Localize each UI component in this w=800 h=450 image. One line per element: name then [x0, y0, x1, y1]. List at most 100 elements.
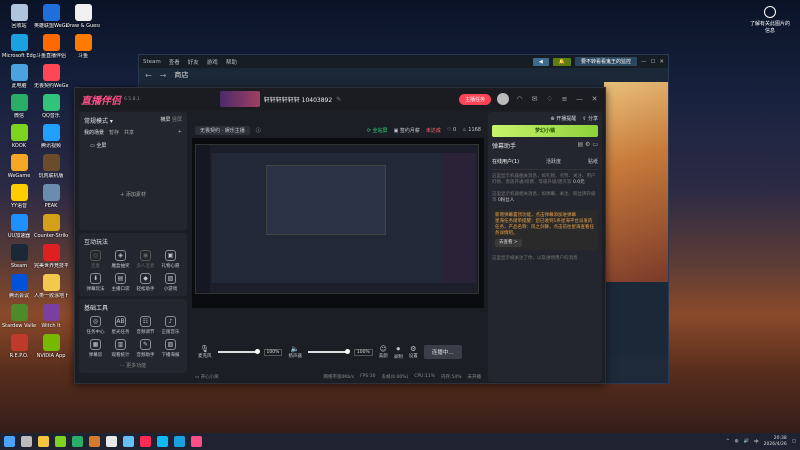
mic-slider[interactable] — [217, 349, 260, 354]
desktop-icon[interactable]: 微信 — [2, 94, 36, 119]
desktop-icon[interactable]: Draw & Guess - 你... — [66, 4, 100, 29]
basic-tool[interactable]: ▦ 弹幕房 — [84, 339, 107, 358]
interactive-tool[interactable]: ⬇ 弹幕玩法 — [84, 273, 107, 292]
desktop-icon[interactable]: PEAK — [34, 184, 68, 209]
status-record[interactable]: ▣ 签约月薪 — [394, 127, 420, 134]
file-explorer-icon[interactable] — [38, 436, 49, 447]
qq-icon[interactable] — [157, 436, 168, 447]
promo-banner[interactable]: 梦幻小镇 — [492, 125, 598, 137]
menu-icon[interactable]: ≡ — [560, 95, 569, 104]
edge-icon[interactable] — [174, 436, 185, 447]
mail-icon[interactable]: ✉ — [530, 95, 539, 104]
add-source-button[interactable]: + 添加素材 — [84, 191, 182, 198]
desktop-icon[interactable]: 斗鱼直播伴侣 — [34, 34, 68, 59]
more-features-button[interactable]: ··· 更多功能 — [84, 362, 182, 369]
steam-minimize-icon[interactable]: — — [641, 59, 647, 65]
account-tag[interactable]: 无畏契约 · 娱乐主播 — [195, 125, 250, 135]
scene-item-fullscreen[interactable]: ▭ 全屏 — [84, 140, 182, 151]
scene-link-share[interactable]: 共享 — [124, 129, 134, 136]
avatar[interactable] — [497, 93, 509, 105]
desktop-icon[interactable]: 完美世界竞技平台 — [34, 244, 68, 269]
stream-preview[interactable] — [192, 138, 484, 308]
desktop-icon[interactable]: NVIDIA App — [34, 334, 68, 359]
chevron-up-icon[interactable]: ^ — [726, 439, 730, 444]
kook-icon[interactable] — [55, 436, 66, 447]
share-button[interactable]: ⇪ 分享 — [582, 115, 598, 122]
network-icon[interactable]: ◍ — [735, 439, 739, 444]
stream-thumbnail[interactable] — [219, 91, 260, 107]
tab-activity[interactable]: 活跃度 — [546, 158, 561, 165]
orientation-landscape[interactable]: 横屏 — [160, 117, 170, 123]
desktop-icon[interactable]: Witch It — [34, 304, 68, 329]
mic-control[interactable]: 🎙 麦克风 — [198, 345, 212, 359]
settings-button[interactable]: ⚙ 设置 — [409, 345, 418, 359]
desktop-icon[interactable]: R.E.P.O. — [2, 334, 36, 359]
mode-select[interactable]: 常规模式 ▾ — [84, 116, 113, 125]
live-status-button[interactable]: 连播中... — [423, 345, 462, 359]
add-scene-icon[interactable]: + — [178, 129, 182, 136]
notice-view-button[interactable]: 去查看 > — [495, 239, 522, 247]
desktop-icon[interactable]: Microsoft Edge — [2, 34, 36, 59]
desktop-icon[interactable]: UU加速器 — [2, 214, 36, 239]
speaker-control[interactable]: 🔈 扬声器 — [288, 345, 302, 359]
volume-icon[interactable]: 🔊 — [744, 439, 750, 444]
mini-window-toggle[interactable]: ▭ 开心小窝 — [195, 374, 219, 380]
basic-tool[interactable]: ♪ 正版音乐 — [159, 316, 182, 335]
steam-menu-steam[interactable]: Steam — [143, 59, 161, 65]
close-icon[interactable]: ✕ — [590, 95, 599, 104]
beauty-button[interactable]: ☺ 美颜 — [379, 345, 388, 359]
basic-tool[interactable]: ☷ 音频调节 — [134, 316, 157, 335]
interactive-tool[interactable]: ▧ 小游戏 — [159, 273, 182, 292]
steam-forward-icon[interactable]: → — [160, 71, 167, 80]
desktop-icon[interactable]: KOOK — [2, 124, 36, 149]
steam-menu-help[interactable]: 帮助 — [226, 58, 237, 66]
scene-link-temp[interactable]: 暂存 — [109, 129, 119, 136]
interactive-tool[interactable]: ▤ 主播口袋 — [109, 273, 132, 292]
clock[interactable]: 20:38 2026/4/26 — [764, 436, 787, 448]
basic-tool[interactable]: AB 星光任务 — [109, 316, 132, 335]
desktop-icon[interactable]: YY语音 — [2, 184, 36, 209]
steam-menu-view[interactable]: 查看 — [169, 58, 180, 66]
interactive-tool[interactable]: ◎ 连麦 — [84, 250, 107, 269]
desktop-icon[interactable]: WeGame — [2, 154, 36, 179]
desktop-icon[interactable]: 腾讯会议 — [2, 274, 36, 299]
minimize-icon[interactable]: — — [575, 95, 584, 104]
desktop-icon[interactable]: 饥荒联机版 — [34, 154, 68, 179]
steam-maximize-icon[interactable]: ☐ — [650, 59, 655, 65]
search-icon[interactable] — [21, 436, 32, 447]
basic-tool[interactable]: ▨ 下播海报 — [159, 339, 182, 358]
wechat-icon[interactable] — [72, 436, 83, 447]
shirt-icon[interactable]: ♢ — [545, 95, 554, 104]
desktop-icon[interactable]: Stardew Valley — [2, 304, 36, 329]
basic-tool[interactable]: ✎ 音频助手 — [134, 339, 157, 358]
steam-menu-friends[interactable]: 好友 — [188, 58, 199, 66]
live-icon[interactable] — [191, 436, 202, 447]
desktop-icon[interactable]: 腾讯视频 — [34, 124, 68, 149]
chrome-icon[interactable] — [106, 436, 117, 447]
streamer-task-button[interactable]: 主播任务 — [458, 93, 491, 105]
basic-tool[interactable]: ◎ 任务中心 — [84, 316, 107, 335]
input-language[interactable]: 中 — [754, 439, 759, 445]
speaker-percent[interactable]: 100% — [353, 348, 373, 356]
desktop-icon[interactable]: 英雄联盟WeGame版 — [34, 4, 68, 29]
steam-broadcast-button[interactable]: ◀ — [532, 57, 549, 66]
mic-percent[interactable]: 100% — [263, 348, 283, 356]
info-icon[interactable]: ⓘ — [256, 127, 261, 134]
open-live-reminder[interactable]: ⊕ 开播提醒 — [550, 115, 576, 122]
steam-menu-games[interactable]: 游戏 — [207, 58, 218, 66]
game-icon[interactable] — [89, 436, 100, 447]
desktop-icon[interactable]: Counter-Strike 2 — [34, 214, 68, 239]
steam-notify-button[interactable]: 🔔 — [552, 57, 571, 66]
image-info-widget[interactable]: 了解有关此图片的信息 — [750, 6, 790, 34]
desktop-icon[interactable]: QQ音乐 — [34, 94, 68, 119]
steam-nav-store[interactable]: 商店 — [174, 70, 188, 80]
record-button[interactable]: ⏺ 录制 — [394, 345, 403, 360]
interactive-tool[interactable]: ▣ 礼物心愿 — [159, 250, 182, 269]
douyin-icon[interactable] — [140, 436, 151, 447]
interactive-tool[interactable]: ◈ 魔盒抽奖 — [109, 250, 132, 269]
orientation-portrait[interactable]: 竖屏 — [172, 117, 182, 123]
desktop-icon[interactable]: 此电脑 — [2, 64, 36, 89]
desktop-icon[interactable]: 人类一败涂地 Human Fa... — [34, 274, 68, 299]
status-fullsite[interactable]: ⟳ 全站屏 — [367, 127, 388, 134]
steam-close-icon[interactable]: ✕ — [659, 59, 664, 65]
